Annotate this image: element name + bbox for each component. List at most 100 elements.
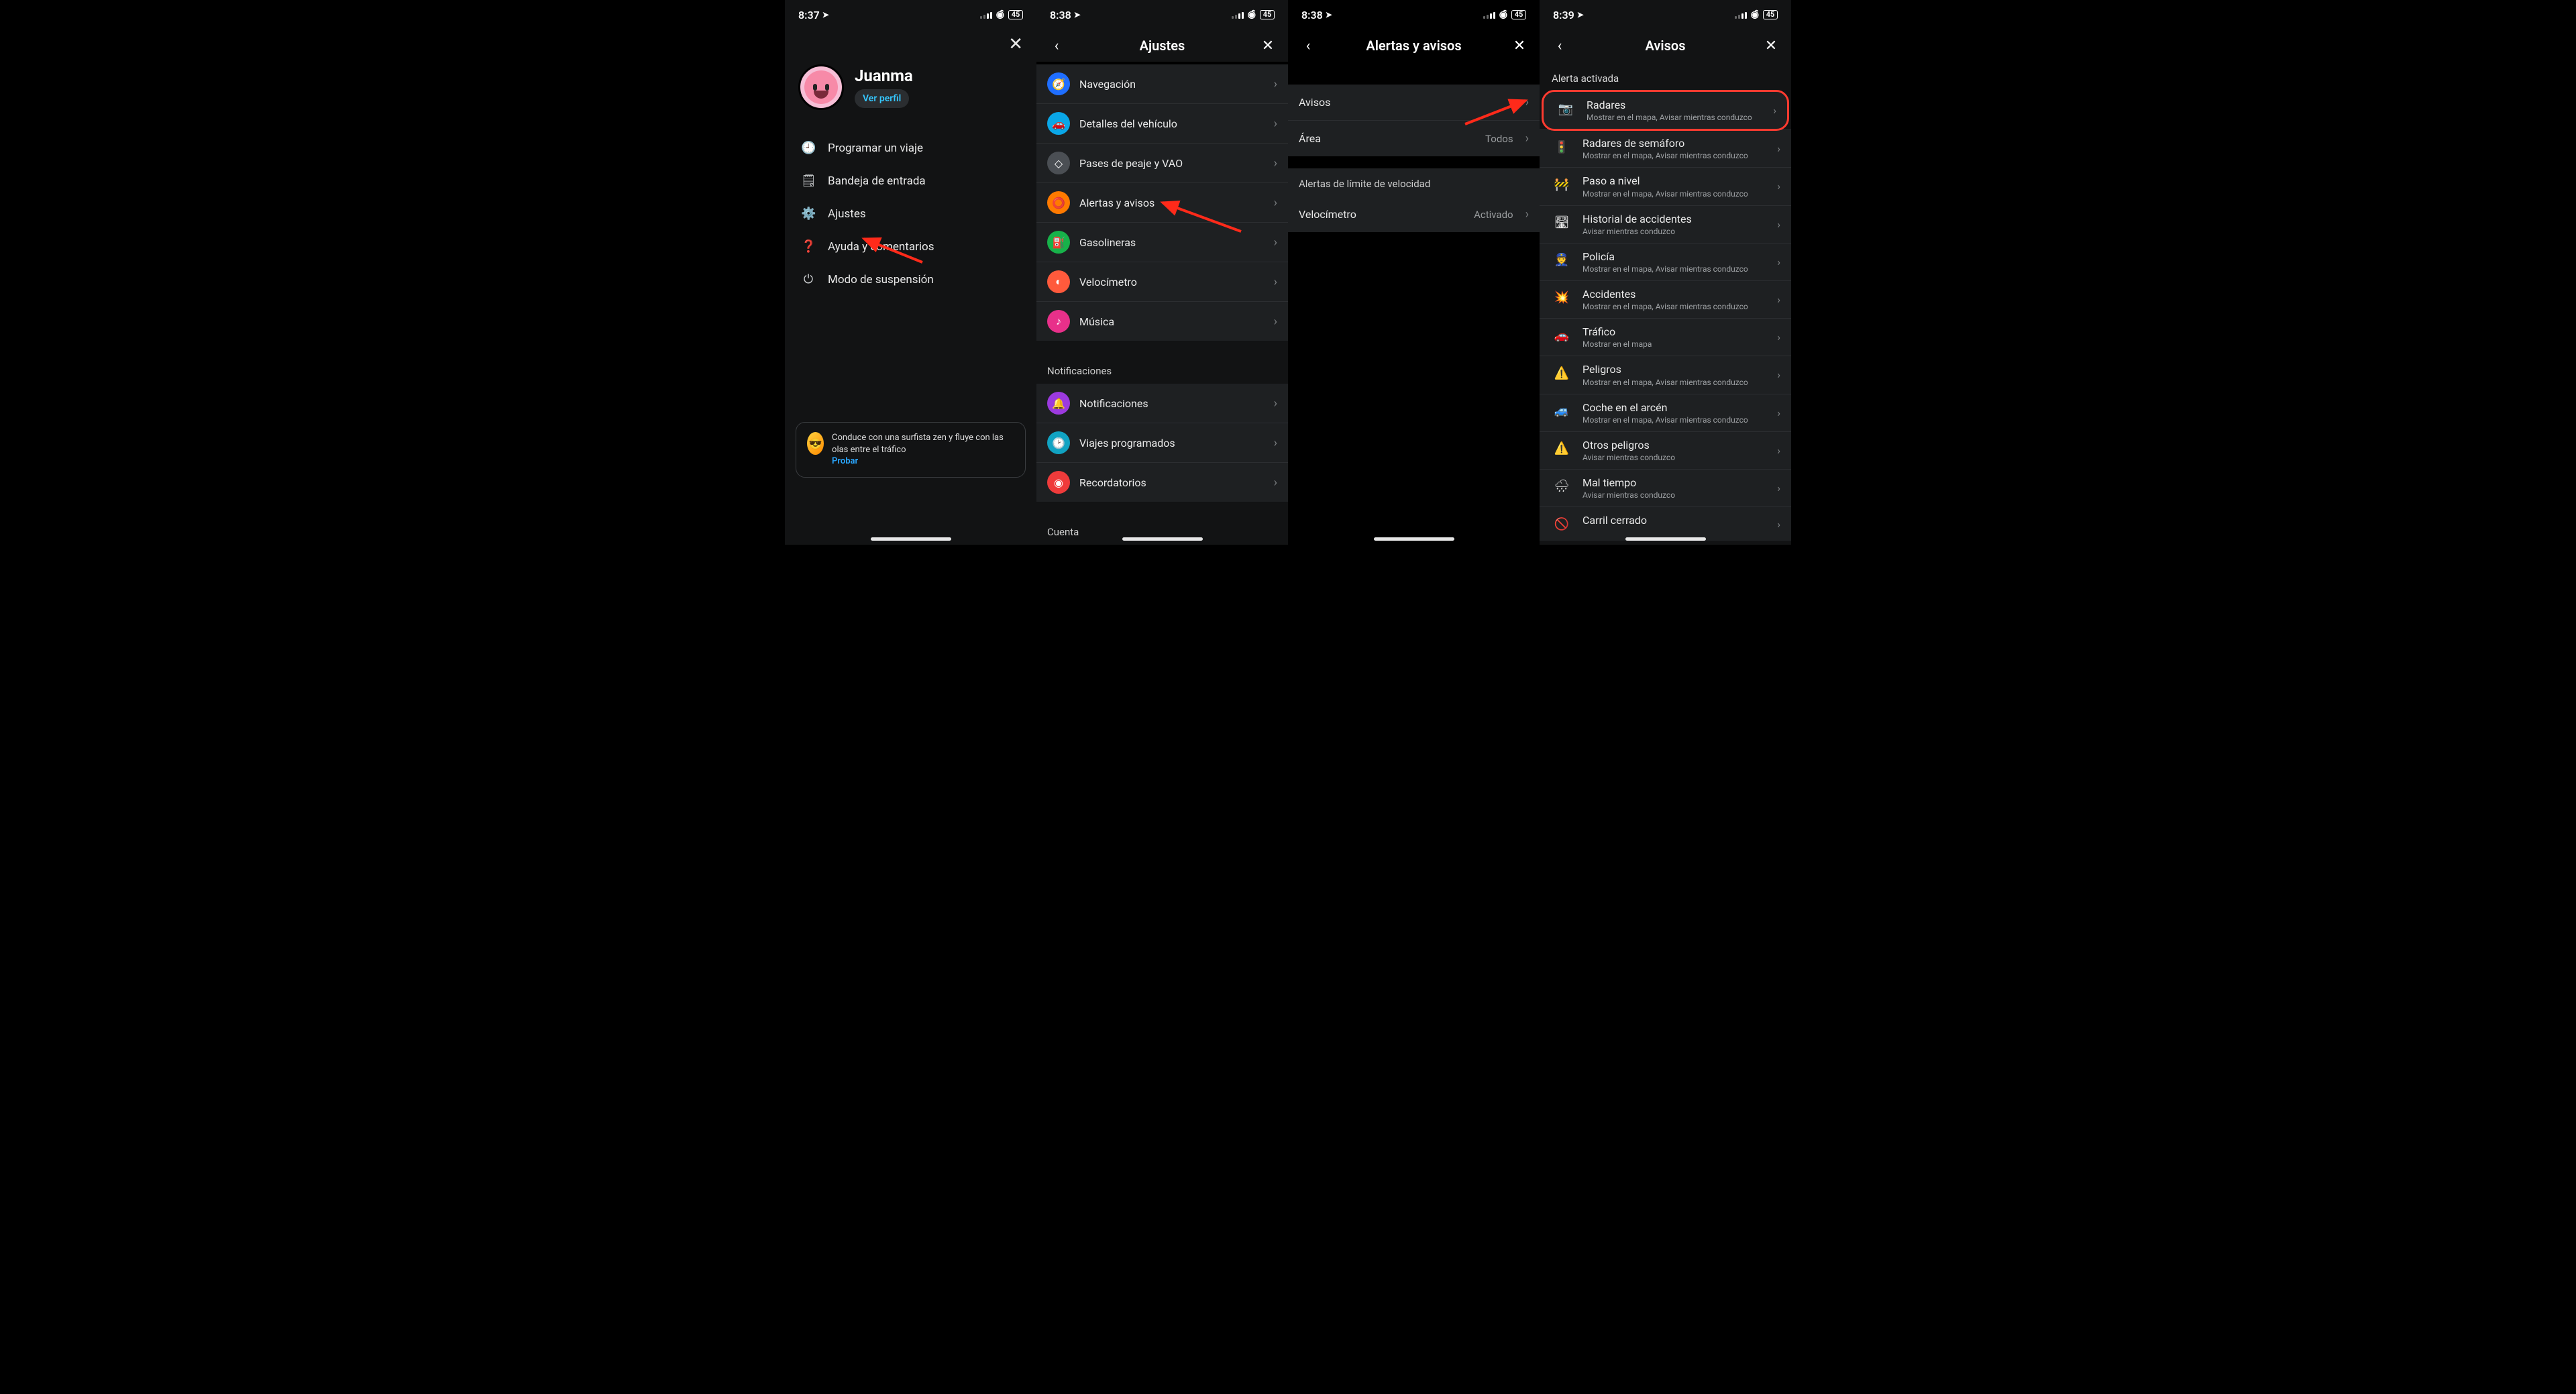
settings-row-viajes-programados[interactable]: 🕑 Viajes programados › xyxy=(1036,423,1288,462)
wifi-icon: ◉̑ xyxy=(1751,9,1759,20)
chevron-right-icon: › xyxy=(1274,235,1277,250)
menu-icon: 🗒 xyxy=(801,174,816,188)
row-icon: ♪ xyxy=(1047,310,1070,333)
chevron-right-icon: › xyxy=(1274,77,1277,91)
aviso-row-radares-de-sem-foro[interactable]: 🚦 Radares de semáforo Mostrar en el mapa… xyxy=(1540,129,1791,167)
settings-group-notifications: 🔔 Notificaciones ›🕑 Viajes programados ›… xyxy=(1036,384,1288,502)
settings-row-detalles-del-veh-culo[interactable]: 🚗 Detalles del vehículo › xyxy=(1036,103,1288,143)
screen-alerts: 8:38➤ ◉̑45 ‹ Alertas y avisos ✕ Avisos ›… xyxy=(1288,0,1540,545)
settings-row-alertas-y-avisos[interactable]: ⭕ Alertas y avisos › xyxy=(1036,182,1288,222)
chevron-right-icon: › xyxy=(1274,396,1277,411)
aviso-title: Policía xyxy=(1582,250,1768,263)
signal-icon xyxy=(1735,11,1747,19)
aviso-subtitle: Mostrar en el mapa, Avisar mientras cond… xyxy=(1587,113,1764,122)
settings-row-veloc-metro[interactable]: ◐ Velocímetro › xyxy=(1036,262,1288,301)
close-icon[interactable]: ✕ xyxy=(1008,34,1023,54)
aviso-subtitle: Avisar mientras conduzco xyxy=(1582,490,1768,500)
aviso-title: Tráfico xyxy=(1582,325,1768,338)
back-button[interactable]: ‹ xyxy=(1047,36,1066,55)
settings-row-gasolineras[interactable]: ⛽ Gasolineras › xyxy=(1036,222,1288,262)
menu-item-ajustes[interactable]: ⚙️Ajustes xyxy=(788,197,1034,230)
aviso-subtitle: Mostrar en el mapa, Avisar mientras cond… xyxy=(1582,378,1768,387)
chevron-right-icon: › xyxy=(1777,482,1780,494)
aviso-row-otros-peligros[interactable]: ⚠️ Otros peligros Avisar mientras conduz… xyxy=(1540,431,1791,469)
settings-row-navegaci-n[interactable]: 🧭 Navegación › xyxy=(1036,64,1288,103)
aviso-row-mal-tiempo[interactable]: 🌧 Mal tiempo Avisar mientras conduzco › xyxy=(1540,469,1791,506)
close-icon[interactable]: ✕ xyxy=(1258,36,1277,55)
aviso-row-polic-a[interactable]: 👮 Policía Mostrar en el mapa, Avisar mie… xyxy=(1540,243,1791,280)
settings-row-pases-de-peaje-y-vao[interactable]: ◇ Pases de peaje y VAO › xyxy=(1036,143,1288,182)
aviso-subtitle: Mostrar en el mapa, Avisar mientras cond… xyxy=(1582,151,1768,160)
aviso-icon: 🛣 xyxy=(1550,213,1573,233)
aviso-icon: 🚦 xyxy=(1550,137,1573,157)
location-icon: ➤ xyxy=(822,10,829,19)
clock: 8:38 xyxy=(1301,9,1323,21)
page-title: Avisos xyxy=(1569,38,1762,54)
aviso-subtitle: Mostrar en el mapa, Avisar mientras cond… xyxy=(1582,264,1768,274)
chevron-right-icon: › xyxy=(1274,315,1277,329)
aviso-row-historial-de-accidentes[interactable]: 🛣 Historial de accidentes Avisar mientra… xyxy=(1540,205,1791,243)
alerts-row-veloc-metro[interactable]: Velocímetro Activado › xyxy=(1288,197,1540,232)
status-bar: 8:39➤ ◉̑45 xyxy=(1540,0,1791,30)
back-button[interactable]: ‹ xyxy=(1299,36,1318,55)
screen-avisos: 8:39➤ ◉̑45 ‹ Avisos ✕ Alerta activada 📷 … xyxy=(1540,0,1791,545)
aviso-icon: ⚠️ xyxy=(1550,439,1573,459)
chevron-right-icon: › xyxy=(1777,407,1780,419)
settings-row-recordatorios[interactable]: ◉ Recordatorios › xyxy=(1036,462,1288,502)
screen-settings: 8:38➤ ◉̑45 ‹ Ajustes ✕ 🧭 Navegación ›🚗 D… xyxy=(1036,0,1288,545)
chevron-right-icon: › xyxy=(1274,436,1277,450)
close-icon[interactable]: ✕ xyxy=(1762,36,1780,55)
battery-icon: 45 xyxy=(1260,10,1275,19)
row-icon: ◇ xyxy=(1047,152,1070,174)
aviso-title: Peligros xyxy=(1582,363,1768,376)
aviso-title: Historial de accidentes xyxy=(1582,213,1768,225)
avatar[interactable] xyxy=(798,64,844,110)
aviso-title: Coche en el arcén xyxy=(1582,401,1768,414)
username: Juanma xyxy=(855,66,913,85)
aviso-row-coche-en-el-arc-n[interactable]: 🚙 Coche en el arcén Mostrar en el mapa, … xyxy=(1540,394,1791,431)
settings-row-notificaciones[interactable]: 🔔 Notificaciones › xyxy=(1036,384,1288,423)
promo-card[interactable]: 😎 Conduce con una surfista zen y fluye c… xyxy=(796,422,1026,478)
back-button[interactable]: ‹ xyxy=(1550,36,1569,55)
battery-icon: 45 xyxy=(1511,10,1526,19)
wifi-icon: ◉̑ xyxy=(996,9,1004,20)
aviso-subtitle: Mostrar en el mapa, Avisar mientras cond… xyxy=(1582,415,1768,425)
chevron-right-icon: › xyxy=(1525,95,1529,109)
wifi-icon: ◉̑ xyxy=(1248,9,1256,20)
settings-row-m-sica[interactable]: ♪ Música › xyxy=(1036,301,1288,341)
aviso-row-radares[interactable]: 📷 Radares Mostrar en el mapa, Avisar mie… xyxy=(1544,92,1787,129)
close-icon[interactable]: ✕ xyxy=(1510,36,1529,55)
chevron-right-icon: › xyxy=(1274,156,1277,170)
aviso-row-tr-fico[interactable]: 🚗 Tráfico Mostrar en el mapa › xyxy=(1540,318,1791,356)
row-label: Área xyxy=(1299,132,1476,145)
aviso-row-peligros[interactable]: ⚠️ Peligros Mostrar en el mapa, Avisar m… xyxy=(1540,356,1791,393)
chevron-right-icon: › xyxy=(1274,196,1277,210)
row-icon: 🚗 xyxy=(1047,112,1070,135)
aviso-row-carril-cerrado[interactable]: 🚫 Carril cerrado › xyxy=(1540,506,1791,541)
see-profile-button[interactable]: Ver perfil xyxy=(855,89,909,108)
aviso-subtitle: Avisar mientras conduzco xyxy=(1582,453,1768,462)
chevron-right-icon: › xyxy=(1777,256,1780,268)
alerts-row-avisos[interactable]: Avisos › xyxy=(1288,85,1540,120)
aviso-title: Radares de semáforo xyxy=(1582,137,1768,150)
promo-cta[interactable]: Probar xyxy=(832,456,858,466)
home-indicator xyxy=(1122,537,1203,541)
alerts-group-main: Avisos ›Área Todos › xyxy=(1288,85,1540,156)
menu-item-bandeja-de-entrada[interactable]: 🗒 Bandeja de entrada xyxy=(788,164,1034,197)
menu-item-ayuda-y-comentarios[interactable]: ❓Ayuda y comentarios xyxy=(788,230,1034,263)
row-label: Velocímetro xyxy=(1299,208,1464,221)
aviso-subtitle: Avisar mientras conduzco xyxy=(1582,227,1768,236)
alerts-row--rea[interactable]: Área Todos › xyxy=(1288,120,1540,156)
menu-item-programar-un-viaje[interactable]: 🕘Programar un viaje xyxy=(788,131,1034,164)
menu-label: Bandeja de entrada xyxy=(828,174,926,188)
aviso-title: Accidentes xyxy=(1582,288,1768,301)
aviso-row-accidentes[interactable]: 💥 Accidentes Mostrar en el mapa, Avisar … xyxy=(1540,280,1791,318)
settings-group-driving: 🧭 Navegación ›🚗 Detalles del vehículo ›◇… xyxy=(1036,64,1288,341)
chevron-right-icon: › xyxy=(1274,275,1277,289)
menu-icon: 🕘 xyxy=(801,141,816,155)
menu-icon: ⚙️ xyxy=(801,207,816,221)
aviso-row-paso-a-nivel[interactable]: 🚧 Paso a nivel Mostrar en el mapa, Avisa… xyxy=(1540,167,1791,205)
menu-item-modo-de-suspensión[interactable]: ⏻Modo de suspensión xyxy=(788,263,1034,296)
aviso-title: Mal tiempo xyxy=(1582,476,1768,489)
location-icon: ➤ xyxy=(1074,10,1081,19)
